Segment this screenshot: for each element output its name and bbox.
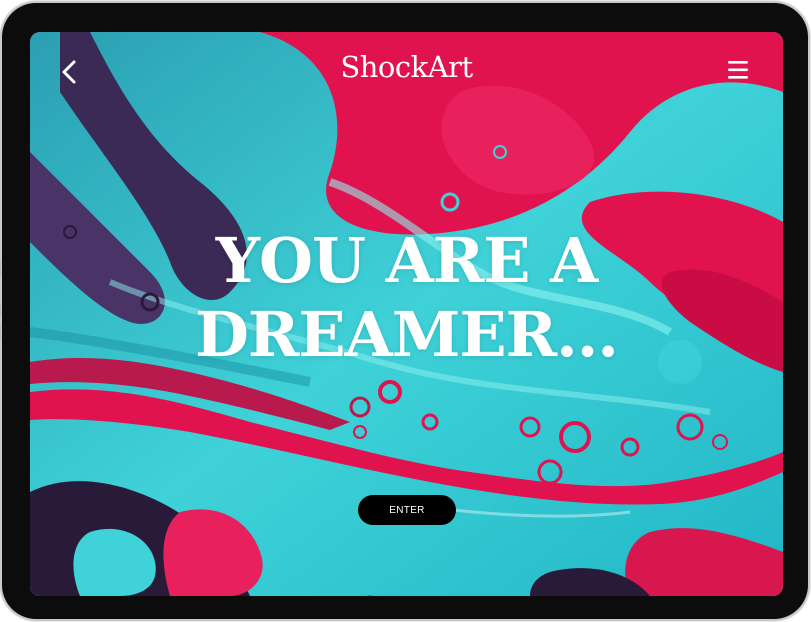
- tablet-device-frame: ShockArt YOU ARE A DREAMER... ENTER: [0, 3, 808, 619]
- app-screen: ShockArt YOU ARE A DREAMER... ENTER: [30, 32, 783, 596]
- enter-button[interactable]: ENTER: [358, 495, 456, 525]
- hero-headline-line-1: YOU ARE A: [215, 224, 599, 297]
- menu-button[interactable]: [725, 58, 751, 82]
- hero-headline: YOU ARE A DREAMER...: [30, 224, 783, 372]
- device-side-button: [0, 325, 1, 339]
- app-logo[interactable]: ShockArt: [30, 50, 783, 84]
- device-side-button: [0, 303, 1, 317]
- hero-headline-line-2: DREAMER...: [195, 298, 619, 371]
- top-navigation-bar: ShockArt: [30, 32, 783, 112]
- device-side-button: [0, 261, 1, 277]
- hamburger-menu-icon: [728, 61, 748, 79]
